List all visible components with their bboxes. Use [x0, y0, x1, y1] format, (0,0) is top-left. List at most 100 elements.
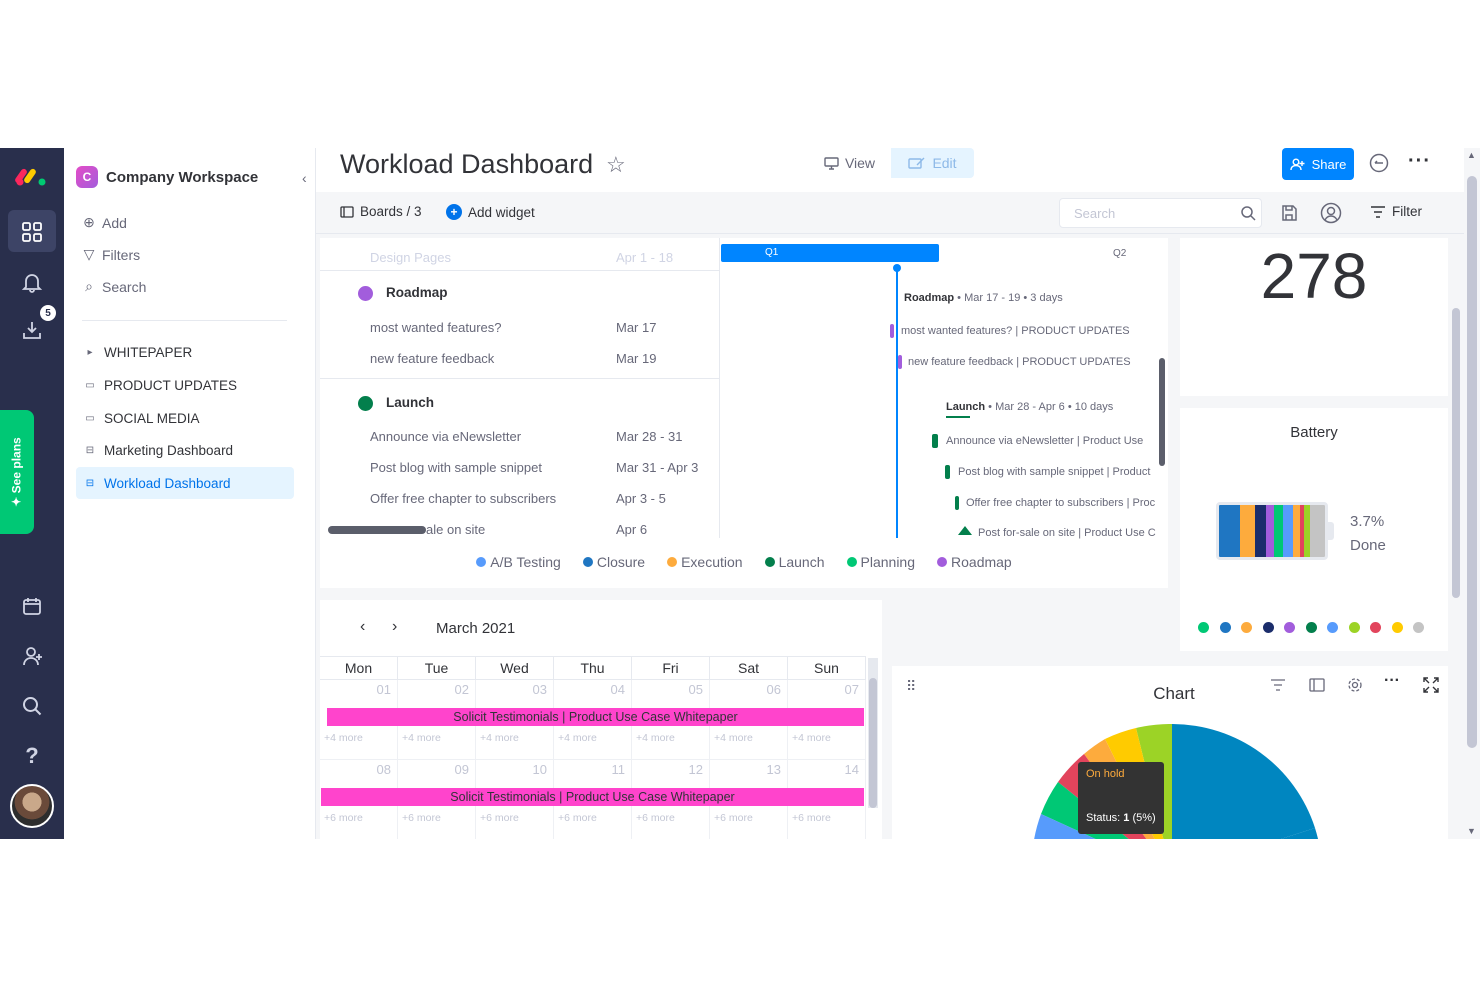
- next-month-icon[interactable]: ›: [392, 618, 397, 636]
- search-input[interactable]: [1060, 199, 1230, 227]
- share-button[interactable]: Share: [1282, 148, 1354, 180]
- sidebar-item-whitepaper[interactable]: ▸ WHITEPAPER: [76, 336, 294, 368]
- status-dot[interactable]: [1327, 622, 1338, 633]
- gantt-bar[interactable]: [932, 434, 938, 448]
- status-dot[interactable]: [1391, 622, 1403, 633]
- more-link[interactable]: +6 more: [636, 812, 675, 824]
- calendar-event[interactable]: Solicit Testimonials | Product Use Case …: [321, 788, 864, 806]
- legend-item[interactable]: Roadmap: [937, 554, 1012, 570]
- legend-item[interactable]: Planning: [846, 554, 915, 570]
- pie-slice-working[interactable]: [1172, 724, 1315, 839]
- gantt-group-roadmap[interactable]: Roadmap: [320, 276, 720, 310]
- vertical-scrollbar[interactable]: [868, 658, 878, 808]
- filter-button[interactable]: Filter: [1370, 204, 1422, 219]
- chat-bubble-icon[interactable]: [1368, 152, 1390, 174]
- sidebar-item-social-media[interactable]: ▭ SOCIAL MEDIA: [76, 402, 294, 434]
- more-link[interactable]: +4 more: [636, 732, 675, 744]
- gantt-row[interactable]: Post blog with sample snippet Mar 31 - A…: [320, 452, 720, 482]
- status-dot[interactable]: [1284, 622, 1295, 633]
- legend-item[interactable]: Execution: [667, 554, 743, 570]
- scroll-down-icon[interactable]: ▼: [1467, 826, 1476, 836]
- workspace-header[interactable]: C Company Workspace: [76, 166, 258, 188]
- fullscreen-icon[interactable]: [1422, 676, 1440, 694]
- search-icon[interactable]: [1240, 205, 1256, 221]
- avatar[interactable]: [10, 784, 54, 828]
- expand-panel-icon[interactable]: [1308, 676, 1326, 694]
- gantt-row[interactable]: most wanted features? Mar 17: [320, 312, 720, 342]
- sidebar-item-marketing-dashboard[interactable]: ⊟ Marketing Dashboard: [76, 434, 294, 466]
- status-dot[interactable]: [1241, 622, 1252, 633]
- more-link[interactable]: +6 more: [324, 812, 363, 824]
- gantt-bar[interactable]: [955, 496, 959, 510]
- status-dot[interactable]: [1198, 622, 1209, 633]
- gantt-row[interactable]: Offer free chapter to subscribers Apr 3 …: [320, 483, 720, 513]
- invite-person-icon[interactable]: [16, 640, 48, 672]
- boards-selector[interactable]: Boards / 3: [340, 204, 422, 219]
- status-dot[interactable]: [1348, 622, 1360, 633]
- gantt-row[interactable]: new feature feedback Mar 19: [320, 343, 720, 373]
- dashboard-scrollbar[interactable]: [1450, 238, 1462, 838]
- legend-item[interactable]: Launch: [764, 554, 825, 570]
- status-dot[interactable]: [1370, 622, 1381, 633]
- more-link[interactable]: +6 more: [402, 812, 441, 824]
- star-icon[interactable]: ☆: [606, 152, 626, 178]
- person-filter-icon[interactable]: [1320, 202, 1342, 224]
- prev-month-icon[interactable]: ‹: [360, 618, 365, 636]
- more-link[interactable]: +6 more: [714, 812, 753, 824]
- sidebar-item-product-updates[interactable]: ▭ PRODUCT UPDATES: [76, 369, 294, 401]
- status-dot[interactable]: [1413, 622, 1424, 633]
- search-button[interactable]: ⌕ Search: [82, 278, 146, 295]
- collapse-panel-icon[interactable]: ‹: [302, 170, 307, 186]
- more-options-icon[interactable]: ···: [1408, 150, 1431, 173]
- see-plans-button[interactable]: ✦ See plans: [0, 410, 34, 534]
- gantt-bar[interactable]: [898, 355, 902, 369]
- vertical-scrollbar[interactable]: [1159, 358, 1165, 466]
- legend-item[interactable]: Closure: [582, 554, 645, 570]
- more-options-icon[interactable]: ···: [1384, 672, 1402, 690]
- gantt-item-date: Apr 6: [616, 522, 648, 537]
- gantt-group-launch[interactable]: Launch: [320, 386, 720, 420]
- scrollbar-thumb[interactable]: [1452, 308, 1460, 598]
- pie-chart[interactable]: [1032, 724, 1322, 839]
- more-link[interactable]: +4 more: [324, 732, 363, 744]
- gear-icon[interactable]: [1346, 676, 1364, 694]
- more-link[interactable]: +4 more: [480, 732, 519, 744]
- calendar-icon[interactable]: [16, 590, 48, 622]
- more-link[interactable]: +6 more: [558, 812, 597, 824]
- more-link[interactable]: +6 more: [792, 812, 831, 824]
- scrollbar-thumb[interactable]: [1467, 176, 1477, 748]
- status-dot[interactable]: [1262, 622, 1274, 633]
- gantt-row[interactable]: Announce via eNewsletter Mar 28 - 31: [320, 421, 720, 451]
- scrollbar-thumb[interactable]: [869, 678, 877, 808]
- day-number: 04: [610, 682, 625, 697]
- search-icon[interactable]: [16, 690, 48, 722]
- calendar-event[interactable]: Solicit Testimonials | Product Use Case …: [327, 708, 864, 726]
- milestone-icon[interactable]: [958, 526, 972, 535]
- more-link[interactable]: +4 more: [402, 732, 441, 744]
- gantt-bar[interactable]: [890, 324, 894, 338]
- scroll-up-icon[interactable]: ▲: [1467, 150, 1476, 160]
- legend-item[interactable]: A/B Testing: [476, 554, 561, 570]
- more-link[interactable]: +4 more: [792, 732, 831, 744]
- bell-icon[interactable]: [16, 266, 48, 298]
- more-link[interactable]: +4 more: [558, 732, 597, 744]
- horizontal-scrollbar[interactable]: [328, 526, 426, 534]
- view-button[interactable]: View: [808, 148, 891, 178]
- page-scrollbar[interactable]: ▲ ▼: [1464, 148, 1480, 839]
- edit-button[interactable]: Edit: [891, 148, 974, 178]
- more-link[interactable]: +4 more: [714, 732, 753, 744]
- gantt-bar[interactable]: [945, 465, 950, 479]
- add-widget-button[interactable]: + Add widget: [446, 204, 535, 220]
- status-dot[interactable]: [1305, 622, 1317, 633]
- add-button[interactable]: ⊕ Add: [82, 214, 127, 231]
- status-dot[interactable]: [1219, 622, 1231, 633]
- help-icon[interactable]: ?: [16, 740, 48, 772]
- filter-icon[interactable]: [1269, 676, 1287, 694]
- boards-icon[interactable]: [16, 216, 48, 248]
- sidebar-item-workload-dashboard[interactable]: ⊟ Workload Dashboard: [76, 467, 294, 499]
- filters-button[interactable]: ▽ Filters: [82, 246, 141, 263]
- more-link[interactable]: +6 more: [480, 812, 519, 824]
- gantt-row[interactable]: Design Pages Apr 1 - 18: [320, 242, 720, 272]
- monday-logo-icon[interactable]: [14, 162, 50, 190]
- save-icon[interactable]: [1280, 204, 1298, 222]
